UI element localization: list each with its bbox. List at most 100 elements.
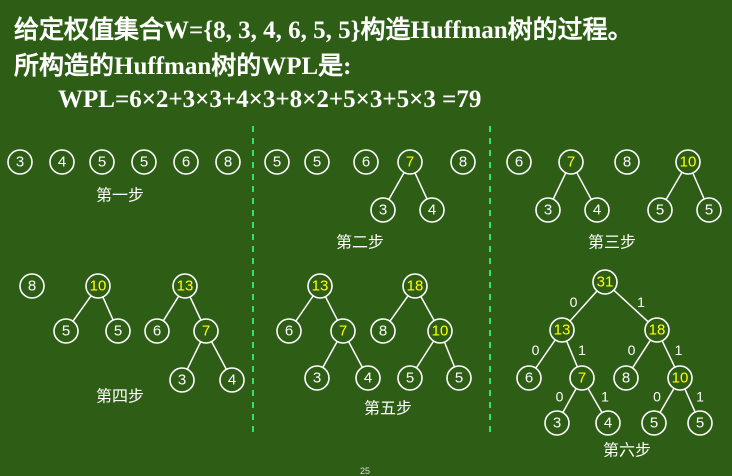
tree-edge xyxy=(388,172,405,200)
node-value: 3 xyxy=(544,202,552,219)
node-value: 4 xyxy=(364,370,372,387)
node-value: 31 xyxy=(597,274,614,291)
leaf-node: 5 xyxy=(131,149,157,175)
leaf-node: 5 xyxy=(53,318,79,344)
tree-edge xyxy=(565,340,579,368)
node-value: 8 xyxy=(623,154,631,171)
merged-tree-node: 13 xyxy=(307,273,333,299)
node-value: 4 xyxy=(593,202,601,219)
tree-edge xyxy=(210,341,228,370)
node-value: 7 xyxy=(406,154,414,171)
merged-tree-node: 7 xyxy=(397,149,423,175)
tree-edge xyxy=(72,295,92,322)
leaf-node: 5 xyxy=(696,197,722,223)
merged-tree-node: 7 xyxy=(193,318,219,344)
tree-edge xyxy=(295,295,314,322)
leaf-node: 6 xyxy=(173,149,199,175)
leaf-node: 4 xyxy=(584,197,610,223)
leaf-node: 6 xyxy=(516,365,542,391)
tree-edge xyxy=(322,341,338,368)
tree-edge xyxy=(576,172,592,200)
leaf-node: 5 xyxy=(687,410,713,436)
leaf-node: 8 xyxy=(215,149,241,175)
node-value: 5 xyxy=(406,370,414,387)
leaf-node: 8 xyxy=(19,273,45,299)
merged-tree-node: 7 xyxy=(569,365,595,391)
node-value: 3 xyxy=(313,370,321,387)
leaf-node: 3 xyxy=(535,197,561,223)
tree-edge xyxy=(552,172,567,200)
node-value: 4 xyxy=(604,415,612,432)
leaf-node: 4 xyxy=(419,197,445,223)
node-value: 4 xyxy=(228,372,236,389)
node-value: 10 xyxy=(680,154,697,171)
tree-edge xyxy=(420,296,435,321)
step-label: 第四步 xyxy=(96,387,144,406)
huffman-construction-diagram: 00 10 110 10 13 4 5 5 6 8第一步5 5 6 73 48第二步6 73 48 105 5第三… xyxy=(7,126,722,460)
node-value: 6 xyxy=(182,154,190,171)
node-value: 5 xyxy=(455,370,463,387)
merged-tree-node: 7 xyxy=(558,149,584,175)
edge-label: 0 xyxy=(653,389,661,405)
page-number: 25 xyxy=(360,466,371,476)
tree-edge xyxy=(692,172,705,200)
leaf-node: 5 xyxy=(397,365,423,391)
leaf-node: 6 xyxy=(144,318,170,344)
merged-tree-node: 31 xyxy=(592,269,618,295)
edge-label: 1 xyxy=(601,389,609,405)
step-label: 第一步 xyxy=(96,186,144,205)
node-value: 18 xyxy=(407,278,424,295)
node-value: 3 xyxy=(178,372,186,389)
tree-edge xyxy=(587,388,603,413)
edge-label: 1 xyxy=(578,342,586,358)
merged-tree-node: 10 xyxy=(667,365,693,391)
node-value: 8 xyxy=(224,154,232,171)
tree-edge xyxy=(665,171,683,201)
node-value: 4 xyxy=(58,154,66,171)
node-value: 13 xyxy=(177,278,194,295)
leaf-node: 3 xyxy=(544,410,570,436)
tree-edge xyxy=(189,296,202,321)
leaf-node: 5 xyxy=(641,410,667,436)
tree-edge xyxy=(102,296,114,321)
leaf-node: 5 xyxy=(105,318,131,344)
node-value: 5 xyxy=(273,154,281,171)
tree-edge xyxy=(414,172,428,200)
leaf-node: 5 xyxy=(89,149,115,175)
leaf-node: 4 xyxy=(355,365,381,391)
merged-tree-node: 10 xyxy=(427,318,453,344)
node-value: 3 xyxy=(16,154,24,171)
tree-edge xyxy=(659,388,675,413)
leaf-node: 4 xyxy=(595,410,621,436)
node-value: 4 xyxy=(428,202,436,219)
node-value: 8 xyxy=(459,154,467,171)
leaf-node: 8 xyxy=(613,365,639,391)
leaf-node: 6 xyxy=(353,149,379,175)
step-label: 第五步 xyxy=(364,399,412,418)
node-value: 13 xyxy=(312,278,329,295)
leaf-node: 8 xyxy=(614,149,640,175)
leaf-node: 6 xyxy=(276,318,302,344)
merged-tree-node: 7 xyxy=(330,318,356,344)
edge-label: 0 xyxy=(532,342,540,358)
node-value: 6 xyxy=(285,323,293,340)
leaf-node: 8 xyxy=(450,149,476,175)
node-value: 5 xyxy=(114,323,122,340)
tree-edge xyxy=(186,341,202,370)
leaf-node: 3 xyxy=(7,149,33,175)
tree-edge xyxy=(415,340,435,369)
slide: 给定权值集合W={8, 3, 4, 6, 5, 5}构造Huffman树的过程。… xyxy=(0,0,732,476)
node-value: 5 xyxy=(313,154,321,171)
tree-edge xyxy=(162,295,180,322)
step-label: 第二步 xyxy=(336,233,384,252)
leaf-node: 4 xyxy=(219,367,245,393)
edge-label: 1 xyxy=(675,342,683,358)
node-value: 3 xyxy=(379,202,387,219)
node-value: 5 xyxy=(98,154,106,171)
leaf-node: 5 xyxy=(647,197,673,223)
nodes: 3 4 5 5 6 8第一步5 5 6 73 48第二步6 73 48 105 5第三步8 105 5136 7… xyxy=(7,149,722,460)
node-value: 8 xyxy=(622,370,630,387)
leaf-node: 3 xyxy=(304,365,330,391)
node-value: 18 xyxy=(649,322,666,339)
node-value: 7 xyxy=(202,323,210,340)
